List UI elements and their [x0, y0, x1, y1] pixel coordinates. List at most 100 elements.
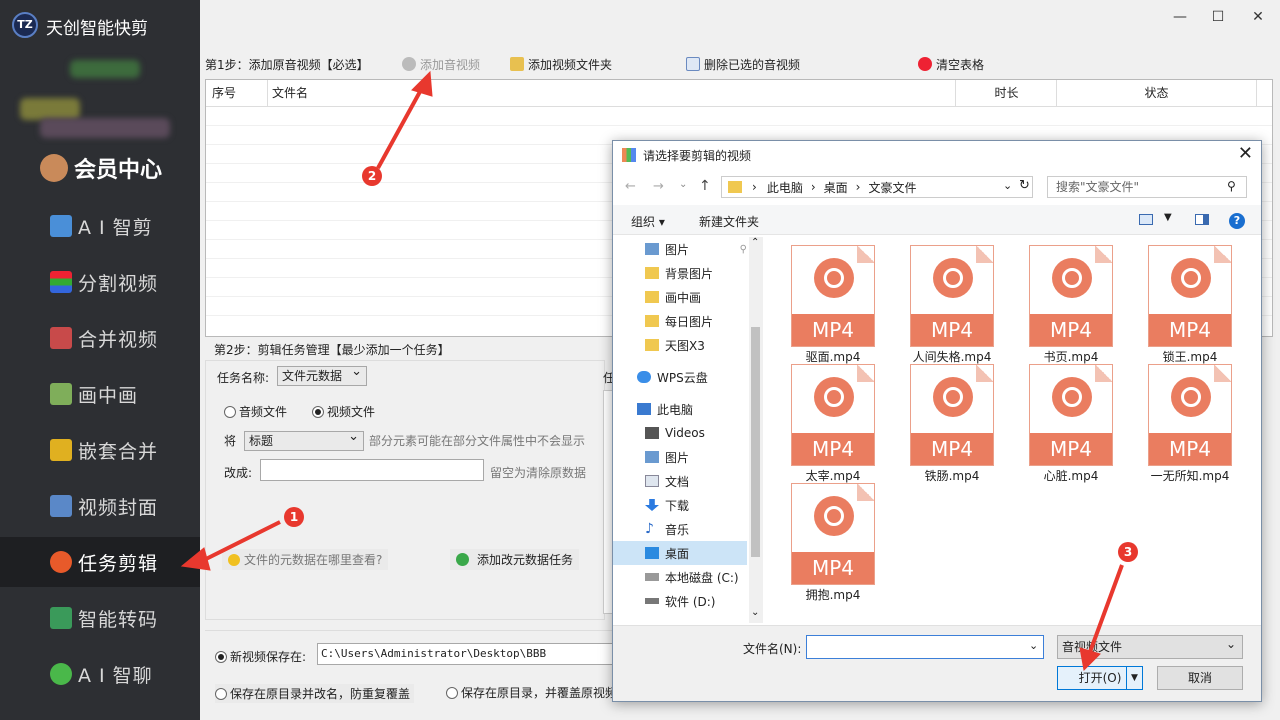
- sidebar-item-video-cover[interactable]: 视频封面: [0, 481, 200, 531]
- tree-item-videos[interactable]: Videos: [613, 421, 747, 445]
- breadcrumb-this-pc[interactable]: 此电脑: [767, 179, 803, 196]
- add-metadata-task-button[interactable]: 添加改元数据任务: [450, 549, 580, 570]
- file-name: 拥抱.mp4: [805, 588, 861, 602]
- sidebar-item-transcode[interactable]: 智能转码: [0, 593, 200, 643]
- radio-new-save[interactable]: 新视频保存在:: [215, 648, 306, 665]
- radio-overwrite-save[interactable]: 保存在原目录，并覆盖原视频: [446, 684, 617, 701]
- tree-item-software-d[interactable]: 软件 (D:): [613, 589, 747, 613]
- sidebar-item-split-video[interactable]: 分割视频: [0, 257, 200, 307]
- help-icon[interactable]: ?: [1229, 213, 1245, 229]
- tree-item-label: 此电脑: [657, 402, 694, 417]
- file-item[interactable]: MP4 锁王.mp4: [1130, 245, 1240, 364]
- radio-video-file[interactable]: 视频文件: [312, 403, 375, 420]
- split-video-icon: [50, 271, 72, 293]
- file-grid[interactable]: MP4 驱面.mp4 MP4 人间失格.mp4 MP4 书页.mp4 MP4 锁王.mp…: [773, 245, 1253, 615]
- file-type-select[interactable]: 音视频文件 ⌄: [1057, 635, 1243, 659]
- add-video-button[interactable]: 添加音视频: [402, 54, 480, 74]
- member-center-button[interactable]: 会员中心: [40, 152, 162, 184]
- filename-input[interactable]: [806, 635, 1044, 659]
- tree-item-tiantu[interactable]: 天图X3: [613, 333, 747, 357]
- file-item[interactable]: MP4 太宰.mp4: [773, 364, 883, 483]
- metadata-help-link[interactable]: 文件的元数据在哪里查看?: [222, 549, 389, 570]
- filename-dropdown-icon[interactable]: ⌄: [1029, 639, 1038, 652]
- mp4-file-icon: MP4: [1029, 364, 1113, 466]
- tree-item-label: 音乐: [665, 522, 690, 537]
- breadcrumb-desktop[interactable]: 桌面: [824, 179, 848, 196]
- file-item[interactable]: MP4 心脏.mp4: [1011, 364, 1121, 483]
- change-to-input[interactable]: [260, 459, 484, 481]
- radio-audio-indicator: [224, 406, 236, 418]
- up-button[interactable]: ↑: [699, 178, 711, 194]
- close-button[interactable]: ✕: [1243, 6, 1273, 28]
- scroll-down-icon[interactable]: ⌄: [751, 607, 759, 618]
- organize-button[interactable]: 组织 ▾: [631, 213, 665, 230]
- clear-table-button[interactable]: 清空表格: [918, 54, 984, 74]
- dialog-close-button[interactable]: ✕: [1238, 143, 1253, 164]
- file-item[interactable]: MP4 拥抱.mp4: [773, 483, 883, 602]
- sidebar-item-ai-edit[interactable]: A I 智剪: [0, 201, 200, 251]
- open-button[interactable]: 打开(O) ▼: [1057, 666, 1143, 690]
- tree-item-daily-pictures[interactable]: 每日图片: [613, 309, 747, 333]
- cancel-button[interactable]: 取消: [1157, 666, 1243, 690]
- task-name-label: 任务名称:: [217, 371, 270, 385]
- tree-item-music[interactable]: ♪ 音乐: [613, 517, 747, 541]
- address-bar[interactable]: › 此电脑 › 桌面 › 文豪文件: [721, 176, 1033, 198]
- minimize-button[interactable]: —: [1165, 6, 1195, 28]
- navigation-pane[interactable]: 图片 ⚲ 背景图片 画中画 每日图片 天图X3 WPS云盘 此电脑 Videos …: [613, 237, 763, 623]
- radio-audio-file[interactable]: 音频文件: [224, 403, 287, 420]
- radio-rename-save[interactable]: 保存在原目录并改名，防重复覆盖: [215, 684, 415, 703]
- file-item[interactable]: MP4 一无所知.mp4: [1130, 364, 1240, 483]
- tree-item-local-disk-c[interactable]: 本地磁盘 (C:): [613, 565, 747, 589]
- view-icon[interactable]: [1139, 214, 1153, 225]
- recent-locations-button[interactable]: ⌄: [679, 179, 687, 190]
- file-item[interactable]: MP4 铁肠.mp4: [892, 364, 1002, 483]
- new-folder-button[interactable]: 新建文件夹: [699, 213, 759, 230]
- sidebar-item-nest-merge[interactable]: 嵌套合并: [0, 425, 200, 475]
- header-divider: [206, 106, 1272, 107]
- column-header-status[interactable]: 状态: [1057, 80, 1257, 106]
- pin-icon: ⚲: [739, 243, 747, 255]
- delete-icon: [686, 57, 700, 71]
- scroll-up-icon[interactable]: ⌃: [751, 237, 759, 248]
- drive-icon: [645, 573, 659, 581]
- sidebar-item-task-edit[interactable]: 任务剪辑: [0, 537, 200, 587]
- tree-item-pictures-quick[interactable]: 图片 ⚲: [613, 237, 747, 261]
- metadata-field-select[interactable]: 标题: [244, 428, 364, 451]
- tree-item-pictures[interactable]: 图片: [613, 445, 747, 469]
- file-item[interactable]: MP4 人间失格.mp4: [892, 245, 1002, 364]
- refresh-icon[interactable]: ↻: [1019, 178, 1030, 193]
- back-button[interactable]: ←: [625, 179, 636, 194]
- maximize-button[interactable]: ☐: [1203, 6, 1233, 28]
- tree-item-documents[interactable]: 文档: [613, 469, 747, 493]
- sidebar-item-label: 嵌套合并: [78, 440, 159, 463]
- search-input[interactable]: 搜索"文豪文件": [1047, 176, 1247, 198]
- delete-selected-button[interactable]: 删除已选的音视频: [686, 54, 800, 74]
- tree-item-desktop[interactable]: 桌面: [613, 541, 747, 565]
- mp4-file-icon: MP4: [1148, 245, 1232, 347]
- open-dropdown-icon[interactable]: ▼: [1126, 667, 1142, 689]
- tree-item-downloads[interactable]: 下载: [613, 493, 747, 517]
- tree-item-background-pictures[interactable]: 背景图片: [613, 261, 747, 285]
- tree-item-pip[interactable]: 画中画: [613, 285, 747, 309]
- view-dropdown-icon[interactable]: ▼: [1164, 212, 1172, 223]
- tree-scrollbar[interactable]: ⌃ ⌄: [749, 237, 763, 623]
- tree-item-this-pc[interactable]: 此电脑: [613, 397, 747, 421]
- save-path-input[interactable]: C:\Users\Administrator\Desktop\BBB: [317, 643, 613, 665]
- tree-scrollbar-thumb[interactable]: [751, 327, 760, 557]
- sidebar-item-merge-video[interactable]: 合并视频: [0, 313, 200, 363]
- column-header-filename[interactable]: 文件名: [272, 80, 956, 106]
- add-folder-button[interactable]: 添加视频文件夹: [510, 54, 612, 74]
- column-header-duration[interactable]: 时长: [957, 80, 1057, 106]
- task-name-select[interactable]: 文件元数据: [277, 363, 367, 386]
- breadcrumb-folder[interactable]: 文豪文件: [868, 179, 916, 196]
- address-dropdown-icon[interactable]: ⌄: [1003, 179, 1012, 192]
- forward-button[interactable]: →: [653, 179, 664, 194]
- file-item[interactable]: MP4 书页.mp4: [1011, 245, 1121, 364]
- column-header-index[interactable]: 序号: [212, 80, 268, 106]
- file-item[interactable]: MP4 驱面.mp4: [773, 245, 883, 364]
- preview-pane-icon[interactable]: [1195, 214, 1209, 225]
- tree-item-wps-cloud[interactable]: WPS云盘: [613, 365, 747, 389]
- sidebar-item-pip[interactable]: 画中画: [0, 369, 200, 419]
- folder-add-icon: [510, 57, 524, 71]
- sidebar-item-ai-chat[interactable]: A I 智聊: [0, 649, 200, 699]
